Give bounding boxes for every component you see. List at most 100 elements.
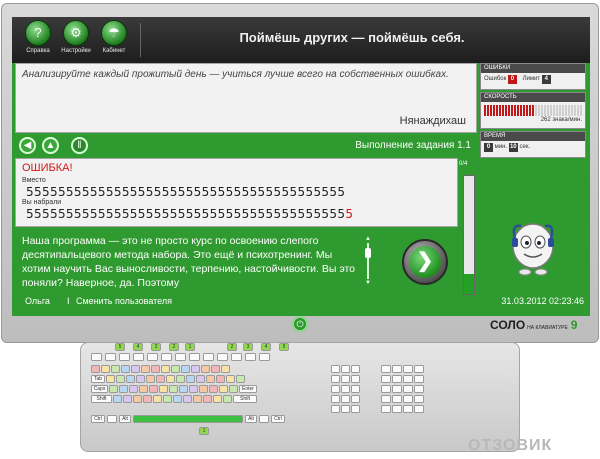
key (216, 375, 225, 383)
key (229, 385, 238, 393)
scroll-up-icon[interactable]: ▲ (365, 236, 371, 242)
back-button[interactable]: ◀ (19, 137, 36, 154)
key (136, 375, 145, 383)
finger-hint: 2 (227, 343, 237, 351)
power-icon[interactable]: ⏻ (292, 316, 308, 332)
progress-track (463, 175, 475, 295)
key-numpad (381, 375, 391, 383)
key-nav (351, 395, 360, 403)
cabinet-button[interactable]: ☂ Кабинет (95, 20, 133, 54)
key-function (147, 353, 158, 361)
key-numpad (403, 395, 413, 403)
key (166, 375, 175, 383)
key-function (175, 353, 186, 361)
errors-row: Ошибок 0 Лимит 4 (481, 73, 585, 86)
key-function (119, 353, 130, 361)
settings-label: Настройки (61, 48, 91, 54)
key-function (259, 353, 270, 361)
finger-hint: 1 (185, 343, 195, 351)
seconds-label: сек. (519, 144, 531, 150)
key-nav (351, 385, 360, 393)
key-shift-right: Shift (233, 395, 257, 403)
toolbar-divider (140, 23, 141, 57)
key (169, 385, 178, 393)
key (91, 365, 100, 373)
scroll-thumb[interactable] (365, 248, 371, 258)
task-nav-bar: ◀ ▲ ǁ Выполнение задания 1.1 (15, 135, 477, 157)
typed-wrong-char: 5 (345, 207, 354, 221)
key (107, 415, 117, 423)
gear-icon: ⚙ (63, 20, 89, 46)
task-progress: 0/4 (459, 161, 479, 298)
key-numpad (414, 395, 424, 403)
info-scrollbar[interactable]: ▲ ▼ (365, 236, 371, 286)
settings-button[interactable]: ⚙ Настройки (57, 20, 95, 54)
minutes-label: мин. (494, 144, 508, 150)
top-toolbar: ? Справка ⚙ Настройки ☂ Кабинет Поймёшь … (12, 17, 590, 63)
key-nav (341, 385, 350, 393)
finger-hint: 4 (261, 343, 271, 351)
key (206, 375, 215, 383)
up-button[interactable]: ▲ (42, 137, 59, 154)
speed-meter (484, 105, 582, 116)
help-label: Справка (26, 48, 50, 54)
key (116, 375, 125, 383)
key-function (189, 353, 200, 361)
key (123, 395, 132, 403)
key (236, 375, 245, 383)
key-nav (341, 375, 350, 383)
key (196, 375, 205, 383)
speed-value: 262 знака/мин. (540, 117, 582, 123)
typed-correct: 5555555555555555555555555555555555555555 (26, 207, 346, 221)
key (191, 365, 200, 373)
key (201, 365, 210, 373)
key (153, 395, 162, 403)
pause-button[interactable]: ǁ (71, 137, 88, 154)
typed-label: Вы набрали (22, 199, 62, 206)
key (181, 365, 190, 373)
monitor-frame: ? Справка ⚙ Настройки ☂ Кабинет Поймёшь … (1, 3, 599, 343)
next-button[interactable]: ❯ (402, 239, 448, 285)
key (146, 375, 155, 383)
key (111, 365, 120, 373)
task-title: Выполнение задания 1.1 (355, 140, 471, 151)
typed-text: Нянаждихаш (399, 115, 466, 127)
key (129, 385, 138, 393)
key (149, 385, 158, 393)
key (199, 385, 208, 393)
key-nav (331, 405, 340, 413)
key-numpad (381, 365, 391, 373)
arrow-up-icon: ▲ (45, 140, 56, 151)
key-function (161, 353, 172, 361)
key-numpad (403, 385, 413, 393)
key-function (105, 353, 116, 361)
key (141, 365, 150, 373)
key (106, 375, 115, 383)
pause-icon: ǁ (77, 140, 82, 151)
key-numpad (414, 405, 424, 413)
arrow-right-icon: ❯ (409, 246, 441, 278)
key-nav (331, 365, 340, 373)
mascot-icon (512, 223, 554, 276)
key-enter: Enter (239, 385, 257, 393)
error-panel: ОШИБКА! Вместо 5555555555555555555555555… (15, 158, 458, 227)
key-shift-left: Shift (91, 395, 112, 403)
help-button[interactable]: ? Справка (19, 20, 57, 54)
time-box: ВРЕМЯ 0 мин. 10 сек. (480, 131, 586, 158)
key (209, 385, 218, 393)
key-numpad (381, 405, 391, 413)
speed-header: СКОРОСТЬ (481, 93, 585, 102)
key (139, 385, 148, 393)
errors-header: ОШИБКИ (481, 64, 585, 73)
scroll-down-icon[interactable]: ▼ (365, 280, 371, 286)
key (186, 375, 195, 383)
status-separator: I (67, 296, 70, 306)
space-finger-hint: 1 (199, 427, 209, 435)
key (226, 375, 235, 383)
key-function (245, 353, 256, 361)
cabinet-label: Кабинет (102, 48, 126, 54)
umbrella-icon: ☂ (101, 20, 127, 46)
key (156, 375, 165, 383)
change-user-link[interactable]: Сменить пользователя (76, 296, 172, 306)
arrow-left-icon: ◀ (23, 140, 32, 151)
